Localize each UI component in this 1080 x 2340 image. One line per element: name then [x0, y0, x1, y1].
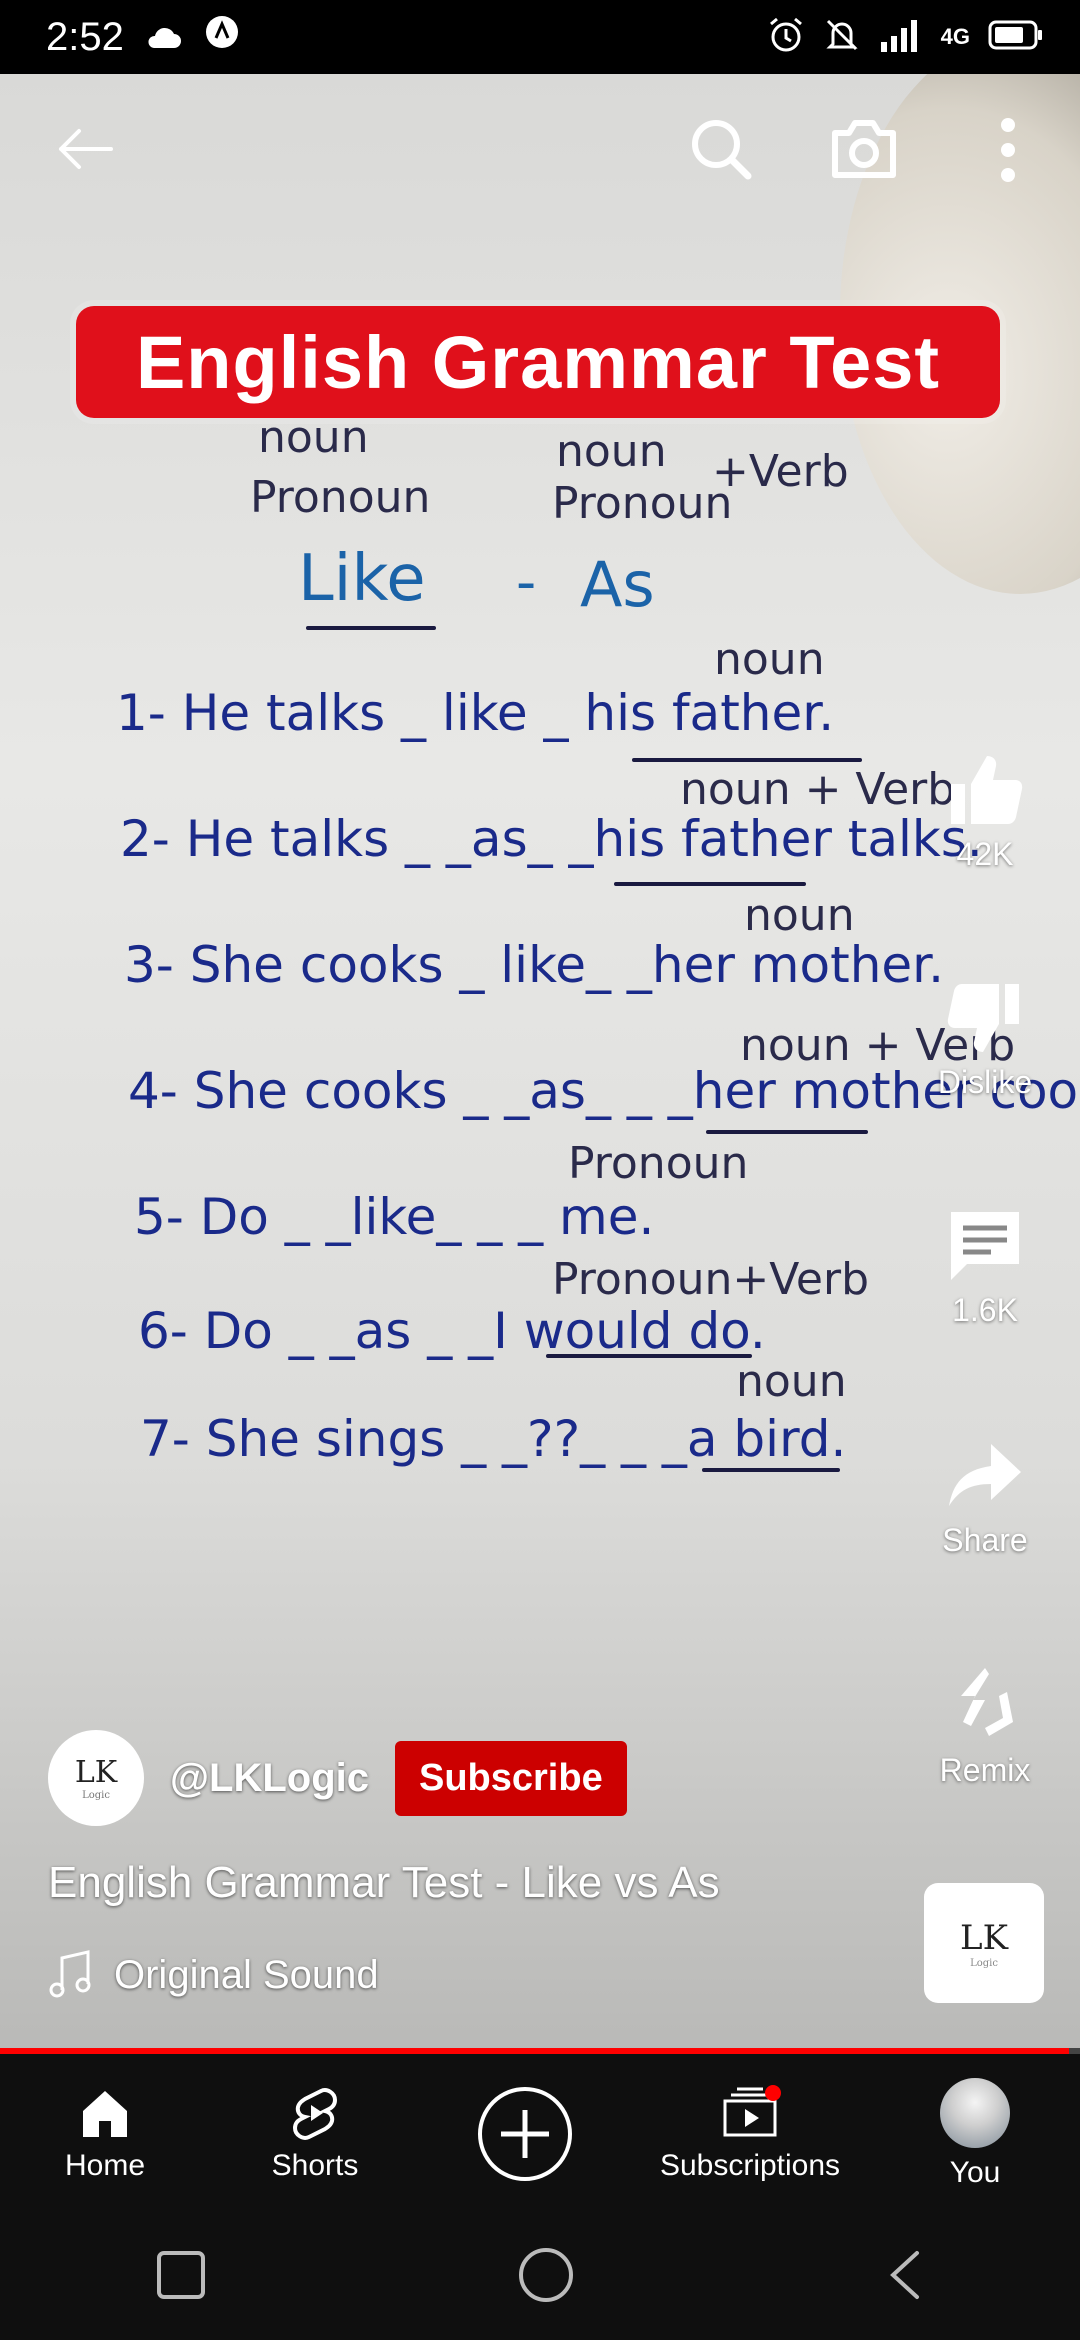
line-1-note: noun	[714, 634, 825, 685]
cloud-icon	[146, 15, 182, 60]
board-like-word: Like	[298, 542, 426, 616]
line-7-underline	[702, 1468, 840, 1472]
line-1-underline	[632, 758, 862, 762]
line-7: 7- She sings _ _??_ _ _a bird.	[140, 1410, 847, 1468]
line-5: 5- Do _ _like_ _ _ me.	[134, 1188, 655, 1246]
line-1: 1- He talks _ like _ his father.	[116, 684, 835, 742]
board-as-word: As	[580, 548, 655, 621]
camera-icon[interactable]	[828, 112, 900, 184]
line-7-note: noun	[736, 1356, 847, 1407]
alarm-icon	[767, 16, 805, 59]
banner-title: English Grammar Test	[76, 306, 1000, 418]
nav-home-label: Home	[64, 2149, 146, 2182]
subscriptions-icon	[723, 2085, 781, 2137]
line-2: 2- He talks _ _as_ _his father talks.	[120, 810, 983, 868]
nav-subscriptions-label: Subscriptions	[659, 2149, 841, 2182]
nav-you-label: You	[949, 2156, 1001, 2189]
share-label: Share	[942, 1522, 1028, 1558]
board-header-noun-right: noun	[556, 426, 667, 477]
channel-avatar-sub: Logic	[82, 1790, 110, 1801]
search-icon[interactable]	[686, 114, 756, 184]
sound-label: Original Sound	[114, 1952, 379, 1997]
sound-thumb-text: LK	[960, 1917, 1008, 1958]
nav-subscriptions[interactable]: Subscriptions	[635, 2085, 865, 2183]
sound-thumb-sub: Logic	[970, 1957, 998, 1969]
remix-label: Remix	[939, 1752, 1031, 1788]
sound-row[interactable]: Original Sound	[48, 1950, 379, 2000]
status-time: 2:52	[46, 14, 124, 59]
status-bar: 2:52 4G	[0, 0, 1080, 74]
create-button[interactable]	[425, 2084, 625, 2184]
line-6-underline	[546, 1354, 752, 1358]
board-like-underline	[306, 626, 436, 630]
nav-shorts[interactable]: Shorts	[215, 2085, 415, 2183]
music-note-icon	[49, 1950, 91, 1998]
thumbs-up-icon	[951, 756, 1023, 824]
line-4-underline	[706, 1130, 868, 1134]
dislike-button[interactable]: Dislike	[890, 978, 1080, 1101]
board-header-pronoun-right: Pronoun	[552, 478, 733, 529]
network-type: 4G	[940, 24, 970, 49]
board-dash: -	[516, 550, 537, 615]
like-button[interactable]: 42K	[890, 750, 1080, 873]
channel-avatar-text: LK	[74, 1755, 118, 1790]
back-chevron-icon[interactable]	[885, 2247, 925, 2308]
line-5-note: Pronoun	[568, 1138, 749, 1189]
nav-home[interactable]: Home	[5, 2085, 205, 2183]
more-options-icon[interactable]	[990, 114, 1026, 186]
home-icon	[83, 2091, 127, 2137]
signal-icon	[879, 18, 923, 57]
comments-button[interactable]: 1.6K	[890, 1206, 1080, 1329]
remix-button[interactable]: Remix	[890, 1662, 1080, 1789]
bottom-nav: Home Shorts Subscriptions You	[0, 2054, 1080, 2214]
profile-avatar	[940, 2078, 1010, 2148]
add-circle-icon	[478, 2087, 572, 2181]
channel-handle[interactable]: @LKLogic	[170, 1756, 369, 1801]
channel-row: LK Logic @LKLogic Subscribe	[48, 1730, 627, 1826]
line-2-underline	[614, 882, 806, 886]
sound-thumbnail[interactable]: LK Logic	[924, 1883, 1044, 2003]
board-header-noun-left: noun	[258, 412, 369, 463]
video-title[interactable]: English Grammar Test - Like vs As	[48, 1858, 720, 1908]
battery-icon	[988, 19, 1044, 56]
line-3: 3- She cooks _ like_ _her mother.	[124, 936, 945, 994]
line-6: 6- Do _ _as _ _I would do.	[138, 1302, 766, 1360]
comment-icon	[951, 1212, 1019, 1280]
system-nav-bar	[0, 2214, 1080, 2340]
dislike-label: Dislike	[937, 1064, 1033, 1100]
mute-bell-icon	[823, 16, 861, 59]
remix-icon	[961, 1668, 1013, 1736]
share-arrow-icon	[949, 1444, 1021, 1506]
line-3-note: noun	[744, 890, 855, 941]
board-header-plus-verb: +Verb	[712, 446, 849, 497]
app-notification-icon	[204, 14, 240, 60]
nav-shorts-label: Shorts	[271, 2149, 359, 2182]
subscribe-button[interactable]: Subscribe	[394, 1740, 627, 1816]
recents-icon[interactable]	[155, 2249, 207, 2306]
nav-you[interactable]: You	[875, 2078, 1075, 2190]
player-top-bar	[0, 74, 1080, 224]
share-button[interactable]: Share	[890, 1436, 1080, 1559]
channel-avatar[interactable]: LK Logic	[48, 1730, 144, 1826]
line-6-note: Pronoun+Verb	[552, 1254, 870, 1305]
home-circle-icon[interactable]	[516, 2245, 576, 2310]
shorts-icon	[292, 2088, 338, 2140]
comment-count: 1.6K	[952, 1292, 1018, 1328]
thumbs-down-icon	[947, 984, 1019, 1052]
board-header-pronoun-left: Pronoun	[250, 472, 431, 523]
back-arrow-icon[interactable]	[50, 116, 120, 182]
like-count: 42K	[956, 836, 1014, 872]
